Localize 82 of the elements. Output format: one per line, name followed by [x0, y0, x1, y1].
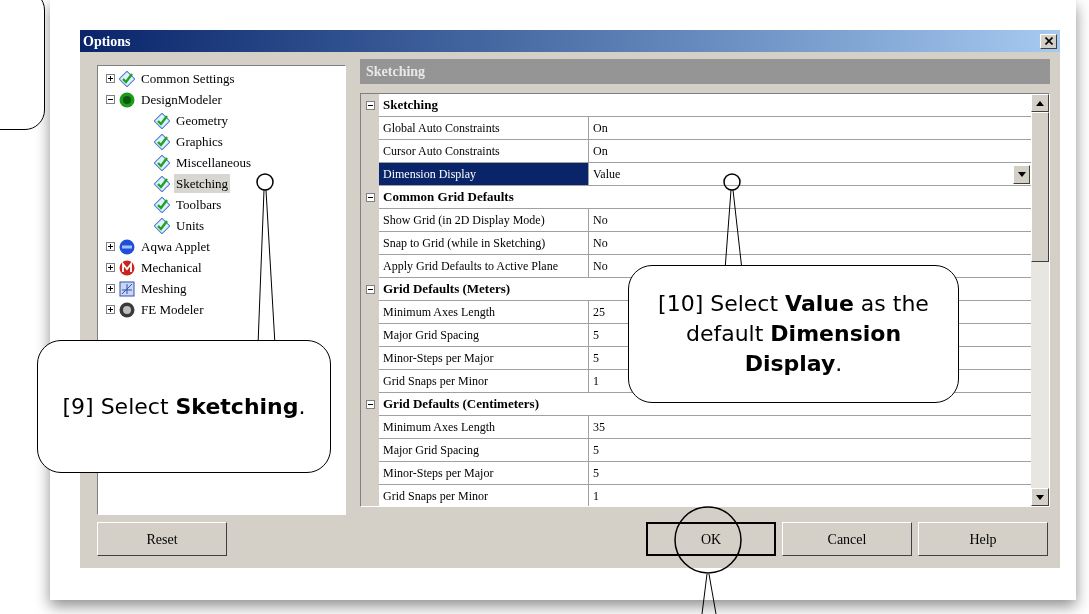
category-header: Sketching — [379, 94, 1031, 117]
collapse-icon[interactable] — [365, 193, 375, 202]
category-header: Common Grid Defaults — [379, 186, 1031, 209]
tree-item[interactable]: DesignModeler — [139, 89, 224, 110]
dialog-button[interactable]: Reset — [97, 522, 227, 556]
tree-item[interactable]: Units — [174, 215, 207, 236]
callout-marker — [674, 506, 742, 574]
tree-item[interactable]: Aqwa Applet — [139, 236, 212, 257]
tree-item[interactable]: Toolbars — [174, 194, 224, 215]
property-name[interactable]: Grid Snaps per Minor — [379, 370, 589, 393]
property-name[interactable]: Dimension Display — [379, 163, 589, 186]
property-value: On — [593, 120, 608, 137]
property-name[interactable]: Minor-Steps per Major — [379, 462, 589, 485]
property-name[interactable]: Minimum Axes Length — [379, 301, 589, 324]
collapse-icon[interactable] — [365, 285, 375, 294]
dropdown-button[interactable] — [1013, 164, 1030, 184]
scroll-down-icon — [1036, 494, 1044, 500]
close-icon — [1044, 37, 1053, 45]
callout-pointer — [701, 573, 717, 614]
dialog-button[interactable]: Help — [918, 522, 1048, 556]
property-value: 5 — [593, 327, 599, 344]
check-icon — [154, 154, 170, 171]
property-name[interactable]: Global Auto Constraints — [379, 117, 589, 140]
property-value: No — [593, 258, 608, 275]
property-value: 5 — [593, 465, 599, 482]
property-value: No — [593, 235, 608, 252]
tree-item[interactable]: Common Settings — [139, 68, 237, 89]
scroll-up-icon — [1036, 100, 1044, 106]
property-value: 5 — [593, 442, 599, 459]
tree-item[interactable]: Meshing — [139, 278, 189, 299]
callout-marker — [723, 173, 741, 191]
check-icon — [154, 112, 170, 129]
dialog-button[interactable]: Cancel — [782, 522, 912, 556]
property-value: 25 — [593, 304, 605, 321]
collapse-icon[interactable] — [365, 400, 375, 409]
property-value: 1 — [593, 488, 599, 505]
check-icon — [154, 175, 170, 192]
property-name[interactable]: Minimum Axes Length — [379, 416, 589, 439]
expand-icon[interactable] — [106, 305, 115, 314]
expand-icon[interactable] — [106, 284, 115, 293]
check-icon — [119, 70, 135, 87]
bar-logo-icon — [119, 238, 135, 255]
dialog-button[interactable]: OK — [646, 522, 776, 556]
property-name[interactable]: Major Grid Spacing — [379, 324, 589, 347]
m-logo-icon — [119, 259, 135, 276]
property-value: On — [593, 143, 608, 160]
property-value: No — [593, 212, 608, 229]
property-name[interactable]: Snap to Grid (while in Sketching) — [379, 232, 589, 255]
property-name[interactable]: Minor-Steps per Major — [379, 347, 589, 370]
window-title: Options — [83, 32, 131, 51]
check-icon — [154, 217, 170, 234]
collapse-icon[interactable] — [365, 101, 375, 110]
tree-item[interactable]: Graphics — [174, 131, 225, 152]
check-icon — [154, 133, 170, 150]
property-value: 1 — [593, 373, 599, 390]
ring-logo-icon — [119, 91, 135, 108]
property-name[interactable]: Major Grid Spacing — [379, 439, 589, 462]
property-name[interactable]: Grid Snaps per Minor — [379, 485, 589, 506]
tree-item[interactable]: FE Modeler — [139, 299, 206, 320]
tree-item[interactable]: Sketching — [174, 173, 230, 194]
check-icon — [154, 196, 170, 213]
property-name[interactable]: Cursor Auto Constraints — [379, 140, 589, 163]
callout-text: [9] Select Sketching. — [62, 392, 306, 421]
dropdown-arrow-icon — [1017, 171, 1026, 177]
expand-icon[interactable] — [106, 263, 115, 272]
property-name[interactable]: Apply Grid Defaults to Active Plane — [379, 255, 589, 278]
close-button[interactable] — [1040, 33, 1057, 49]
expand-icon[interactable] — [106, 242, 115, 251]
tree-item[interactable]: Miscellaneous — [174, 152, 254, 173]
collapse-icon[interactable] — [106, 95, 115, 104]
property-value: 5 — [593, 350, 599, 367]
tree-item[interactable]: Geometry — [174, 110, 230, 131]
tree-item[interactable]: Mechanical — [139, 257, 204, 278]
property-value: 35 — [593, 419, 605, 436]
property-name[interactable]: Show Grid (in 2D Display Mode) — [379, 209, 589, 232]
property-value: Value — [593, 166, 621, 183]
expand-icon[interactable] — [106, 74, 115, 83]
panel-title: Sketching — [366, 63, 426, 81]
callout-marker — [256, 173, 274, 191]
disc-logo-icon — [119, 301, 135, 318]
mesh-icon — [119, 280, 135, 297]
scrollbar[interactable] — [1031, 94, 1049, 506]
